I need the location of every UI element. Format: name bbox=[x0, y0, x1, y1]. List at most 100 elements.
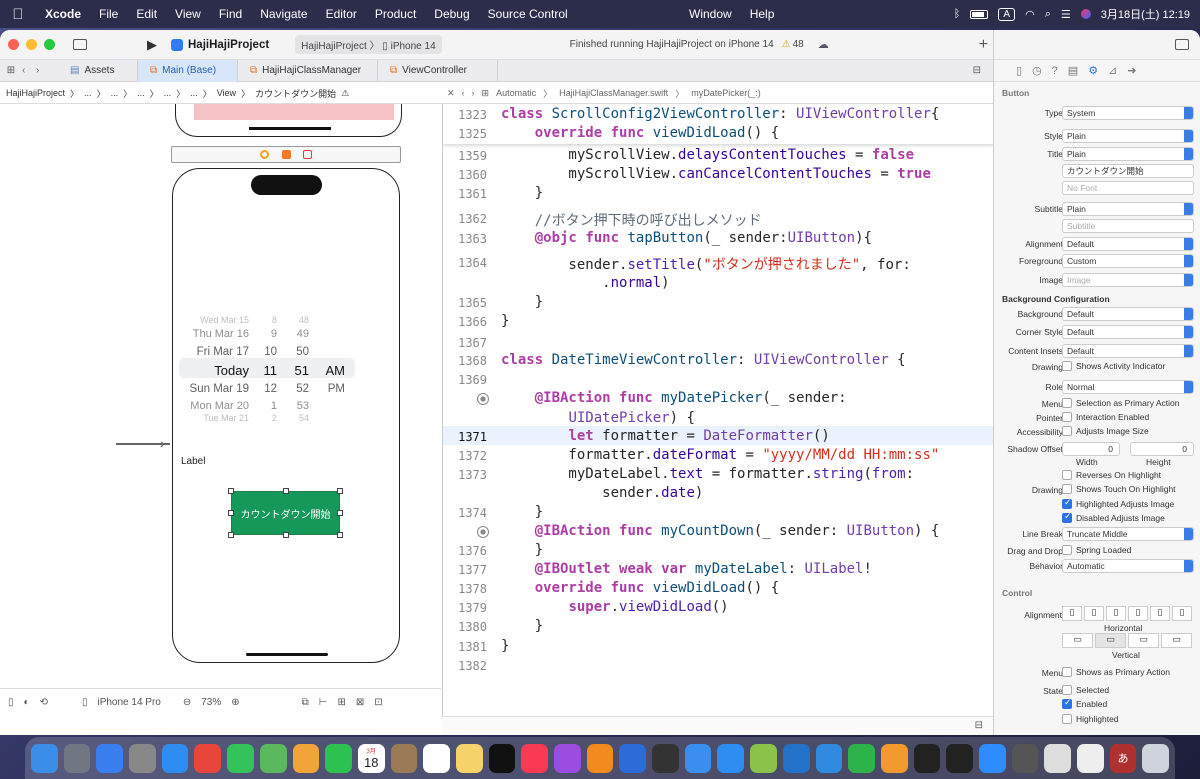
vertical-alignment-button[interactable]: ▭ bbox=[1161, 633, 1192, 648]
code-line[interactable]: sender.date) bbox=[501, 485, 703, 501]
sidebar-toggle-icon[interactable] bbox=[73, 39, 87, 50]
pages-icon[interactable] bbox=[880, 743, 908, 773]
connections-inspector-icon[interactable]: ➜ bbox=[1127, 64, 1136, 77]
align-icon[interactable]: ⊢ bbox=[319, 697, 328, 708]
first-responder-icon[interactable] bbox=[282, 150, 291, 159]
alignment-button[interactable]: ▯ bbox=[1128, 606, 1148, 621]
system-settings-icon[interactable] bbox=[129, 743, 156, 773]
warning-icon[interactable]: ⚠ bbox=[782, 39, 791, 50]
interface-builder-canvas[interactable]: › Wed Mar 15 8 48 Thu Mar 16 9 49 Fri Mar 17 10… bbox=[0, 104, 441, 688]
minimap-toggle-icon[interactable]: ⊟ bbox=[975, 720, 983, 731]
inspector-popup[interactable]: Plain bbox=[1062, 129, 1194, 143]
grid-icon[interactable]: ⊞ bbox=[0, 65, 22, 76]
checkbox[interactable] bbox=[1062, 484, 1072, 494]
inspector-popup[interactable]: Image bbox=[1062, 273, 1194, 287]
picker-row[interactable]: Wed Mar 15 8 48 bbox=[179, 315, 393, 325]
code-line[interactable]: @IBAction func myCountDown(_ sender: UIB… bbox=[501, 523, 940, 539]
scene-previous[interactable] bbox=[175, 104, 402, 137]
menu-navigate[interactable]: Navigate bbox=[251, 7, 316, 21]
pin-icon[interactable]: ⊞ bbox=[338, 697, 346, 708]
vertical-alignment-button[interactable]: ▭ bbox=[1095, 633, 1126, 648]
inspector-popup[interactable]: Default bbox=[1062, 344, 1194, 358]
tab-main-base-[interactable]: ⧉ Main (Base) bbox=[138, 59, 238, 82]
code-line[interactable]: } bbox=[501, 638, 509, 654]
music-icon[interactable] bbox=[521, 743, 548, 773]
code-jump-bar[interactable]: ✕ ‹ › ⊞ Automatic 〉 HajiHajiClassManager.swift… bbox=[447, 82, 761, 104]
breadcrumb-item[interactable]: Automatic bbox=[496, 88, 536, 98]
resize-handle[interactable] bbox=[337, 532, 343, 538]
code-line[interactable]: } bbox=[501, 618, 543, 634]
resize-handle[interactable] bbox=[337, 510, 343, 516]
calendar-icon[interactable]: 3月 18 bbox=[357, 743, 385, 773]
resize-handle[interactable] bbox=[283, 532, 289, 538]
xcode-pen-icon[interactable] bbox=[619, 743, 647, 773]
date-label[interactable]: Label bbox=[181, 456, 205, 467]
menu-window[interactable]: Window bbox=[680, 7, 741, 21]
code-line[interactable]: } bbox=[501, 185, 543, 201]
finder-icon[interactable] bbox=[31, 743, 58, 773]
warning-icon[interactable]: ⚠ bbox=[341, 88, 349, 99]
breadcrumb-item[interactable]: カウントダウン開始 bbox=[255, 87, 336, 100]
code-line[interactable]: } bbox=[501, 294, 543, 310]
tab-hajihajiclassmanager[interactable]: ⧉ HajiHajiClassManager bbox=[238, 59, 378, 82]
embed-icon[interactable]: ⊡ bbox=[374, 697, 382, 708]
apple-logo-icon[interactable]:  bbox=[0, 6, 36, 23]
numbers-icon[interactable] bbox=[848, 743, 875, 773]
podcasts-icon[interactable] bbox=[554, 743, 581, 773]
menu-source-control[interactable]: Source Control bbox=[479, 7, 577, 21]
inspector-popup[interactable]: Subtitle bbox=[1062, 219, 1194, 233]
books-icon[interactable] bbox=[586, 743, 614, 773]
code-line[interactable]: } bbox=[501, 542, 543, 558]
connection-indicator-icon[interactable] bbox=[477, 393, 489, 405]
breadcrumb-item[interactable]: View bbox=[217, 88, 236, 98]
breadcrumb-item[interactable]: HajiHajiProject bbox=[6, 88, 65, 98]
control-center-icon[interactable]: ☰ bbox=[1061, 8, 1071, 21]
notes-icon[interactable] bbox=[455, 743, 483, 773]
forward-icon[interactable]: › bbox=[36, 65, 58, 76]
safari-icon[interactable] bbox=[161, 743, 189, 773]
resize-handle[interactable] bbox=[228, 532, 234, 538]
close-window-button[interactable] bbox=[8, 39, 19, 50]
vertical-alignment-button[interactable]: ▭ bbox=[1062, 633, 1093, 648]
inspector-popup[interactable]: Default bbox=[1062, 325, 1194, 339]
code-line[interactable]: override func viewDidLoad() { bbox=[501, 580, 779, 596]
view-controller-icon[interactable] bbox=[260, 150, 269, 159]
app-store-icon[interactable] bbox=[717, 743, 745, 773]
textedit-icon[interactable] bbox=[1077, 743, 1104, 773]
resize-handle[interactable] bbox=[337, 488, 343, 494]
run-button[interactable]: ▶ bbox=[147, 37, 157, 53]
file-inspector-icon[interactable]: ▯ bbox=[1016, 64, 1022, 77]
instruments-icon[interactable] bbox=[913, 743, 941, 773]
split-editor-icon[interactable]: ⊟ bbox=[973, 65, 981, 76]
code-line[interactable]: @IBOutlet weak var myDateLabel: UILabel! bbox=[501, 561, 872, 577]
device-icon[interactable]: ▯ bbox=[82, 697, 88, 708]
zoom-in-icon[interactable]: ⊕ bbox=[231, 697, 239, 708]
code-line[interactable]: UIDatePicker) { bbox=[501, 410, 694, 426]
menu-find[interactable]: Find bbox=[210, 7, 251, 21]
inspector-popup[interactable]: Truncate Middle bbox=[1062, 527, 1194, 541]
checkbox[interactable] bbox=[1062, 412, 1072, 422]
resize-handle[interactable] bbox=[283, 488, 289, 494]
breadcrumb-item[interactable]: HajiHajiClassManager.swift bbox=[559, 88, 668, 98]
breadcrumb-item[interactable]: ... bbox=[111, 88, 119, 98]
facetime-icon[interactable] bbox=[325, 743, 352, 773]
checkbox[interactable] bbox=[1062, 714, 1072, 724]
code-line[interactable]: } bbox=[501, 504, 543, 520]
menu-editor[interactable]: Editor bbox=[317, 7, 366, 21]
tab-assets[interactable]: ▤ Assets bbox=[58, 59, 138, 82]
zoom-icon[interactable] bbox=[978, 743, 1006, 773]
menubar-clock[interactable]: 3月18日(土) 12:19 bbox=[1101, 6, 1190, 22]
countdown-button[interactable]: カウントダウン開始 bbox=[231, 491, 340, 535]
breadcrumb-item[interactable]: myDatePicker(_:) bbox=[691, 88, 761, 98]
wifi-icon[interactable]: ◠ bbox=[1025, 8, 1035, 21]
keynote-icon[interactable] bbox=[815, 743, 843, 773]
code-line[interactable]: sender.setTitle("ボタンが押されました", for: bbox=[501, 254, 910, 274]
trash-icon[interactable] bbox=[1142, 743, 1170, 773]
date-picker[interactable]: Wed Mar 15 8 48 Thu Mar 16 9 49 Fri Mar 17 10 50… bbox=[179, 313, 393, 421]
siri-icon[interactable] bbox=[1080, 9, 1091, 19]
alignment-button[interactable]: ▯ bbox=[1172, 606, 1192, 621]
code-line[interactable]: myDateLabel.text = formatter.string(from… bbox=[501, 466, 914, 482]
notebook-icon[interactable] bbox=[390, 743, 418, 773]
size-inspector-icon[interactable]: ⊿ bbox=[1108, 64, 1117, 77]
files-icon[interactable] bbox=[684, 743, 712, 773]
